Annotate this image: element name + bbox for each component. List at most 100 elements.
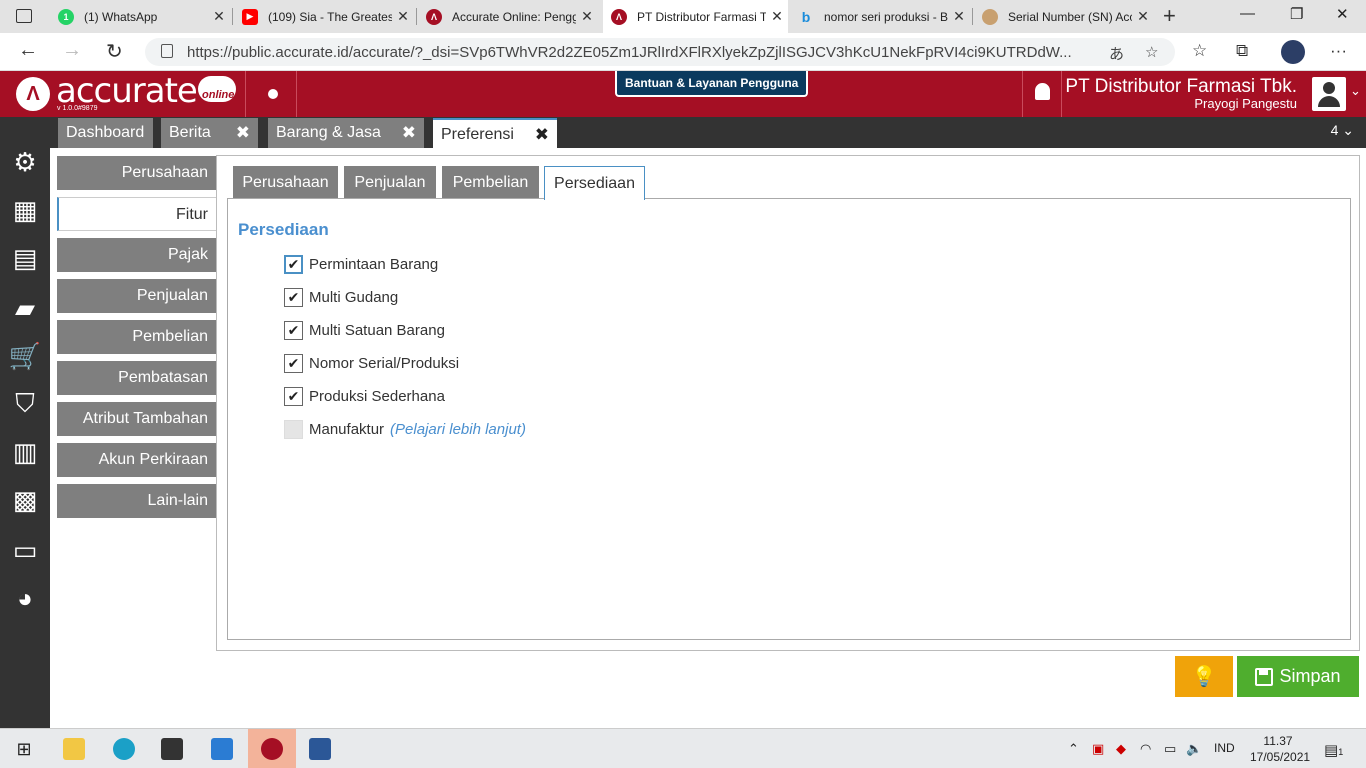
folder-icon xyxy=(63,738,85,760)
menu-akun-perkiraan[interactable]: Akun Perkiraan xyxy=(57,443,216,477)
taskbar-word[interactable] xyxy=(296,729,344,768)
browser-tab-serial-number[interactable]: Serial Number (SN) Accurate ✕ xyxy=(974,0,1154,33)
close-icon[interactable]: ✕ xyxy=(1132,8,1154,25)
start-button[interactable]: ⊞ xyxy=(0,729,48,768)
option-permintaan-barang[interactable]: ✔ Permintaan Barang xyxy=(284,253,438,275)
menu-lain-lain[interactable]: Lain-lain xyxy=(57,484,216,518)
menu-pajak[interactable]: Pajak xyxy=(57,238,216,272)
taskbar-file-explorer[interactable] xyxy=(50,729,98,768)
window-close-icon[interactable]: ✕ xyxy=(1336,5,1349,23)
option-nomor-serial-produksi[interactable]: ✔ Nomor Serial/Produksi xyxy=(284,352,459,374)
taskbar-mail[interactable] xyxy=(198,729,246,768)
forward-icon[interactable]: → xyxy=(62,39,82,62)
save-button[interactable]: Simpan xyxy=(1237,656,1359,697)
url-text: https://public.accurate.id/accurate/?_ds… xyxy=(187,44,1072,61)
chevron-down-icon[interactable]: ⌄ xyxy=(1350,83,1361,99)
windows-taskbar: ⊞ ⌃ ▣ ◆ ◠ ▭ 🔈 IND 11.37 17/05/2021 ▤1 xyxy=(0,728,1366,768)
subtab-persediaan[interactable]: Persediaan xyxy=(544,166,645,200)
close-icon[interactable]: ✕ xyxy=(948,8,970,25)
option-multi-satuan-barang[interactable]: ✔ Multi Satuan Barang xyxy=(284,319,445,341)
checkbox-permintaan-barang[interactable]: ✔ xyxy=(284,254,303,274)
menu-penjualan[interactable]: Penjualan xyxy=(57,279,216,313)
collections-icon[interactable]: ⧉ xyxy=(1236,41,1248,61)
menu-atribut-tambahan[interactable]: Atribut Tambahan xyxy=(57,402,216,436)
taskbar-store[interactable] xyxy=(148,729,196,768)
url-field[interactable]: https://public.accurate.id/accurate/?_ds… xyxy=(145,38,1175,66)
tab-dashboard[interactable]: Dashboard xyxy=(58,118,153,148)
taskbar-accurate[interactable] xyxy=(248,729,296,768)
gear-icon[interactable]: ⚙ xyxy=(10,147,40,177)
restore-icon[interactable]: ❐ xyxy=(1290,5,1303,23)
browser-tab-accurate-pengguna[interactable]: Λ Accurate Online: Pengguna ✕ xyxy=(418,0,598,33)
report-pie-icon[interactable]: ◕ xyxy=(10,583,40,613)
volume-icon[interactable]: 🔈 xyxy=(1186,741,1202,757)
close-icon[interactable]: ✕ xyxy=(208,8,230,25)
menu-fitur[interactable]: Fitur xyxy=(57,197,216,231)
tab-count[interactable]: 4 ⌄ xyxy=(1331,122,1354,139)
cart-icon[interactable]: 🛒 xyxy=(9,341,41,371)
checkbox-multi-satuan-barang[interactable]: ✔ xyxy=(284,320,303,340)
tab-barang-jasa[interactable]: Barang & Jasa ✖ xyxy=(268,118,424,148)
browser-tab-youtube[interactable]: ▶ (109) Sia - The Greatest ✕ xyxy=(234,0,414,33)
tip-button[interactable]: 💡 xyxy=(1175,656,1233,697)
more-icon[interactable]: ··· xyxy=(1330,41,1347,61)
bell-icon xyxy=(1035,83,1050,100)
chevron-up-icon[interactable]: ⌃ xyxy=(1068,741,1079,757)
tray-app-icon[interactable]: ▣ xyxy=(1092,741,1104,757)
notification-button[interactable] xyxy=(1022,71,1062,117)
reload-icon[interactable]: ↻ xyxy=(106,39,123,64)
window-menu-icon[interactable] xyxy=(16,9,32,23)
tray-app2-icon[interactable]: ◆ xyxy=(1116,741,1126,757)
favorites-icon[interactable]: ☆ xyxy=(1192,41,1207,61)
menu-pembatasan[interactable]: Pembatasan xyxy=(57,361,216,395)
accurate-logo-icon[interactable]: Λ xyxy=(16,77,50,111)
help-button[interactable]: Bantuan & Layanan Pengguna xyxy=(615,71,809,97)
option-produksi-sederhana[interactable]: ✔ Produksi Sederhana xyxy=(284,385,445,407)
checkbox-produksi-sederhana[interactable]: ✔ xyxy=(284,386,303,406)
clock[interactable]: 11.37 17/05/2021 xyxy=(1250,733,1310,765)
store-icon xyxy=(161,738,183,760)
tab-preferensi[interactable]: Preferensi ✖ xyxy=(433,118,557,148)
wifi-icon[interactable]: ◠ xyxy=(1140,741,1151,757)
language-indicator[interactable]: IND xyxy=(1214,741,1235,755)
user-avatar[interactable] xyxy=(1312,77,1346,111)
new-tab-icon[interactable]: + xyxy=(1163,3,1176,29)
checkbox-multi-gudang[interactable]: ✔ xyxy=(284,287,303,307)
menu-pembelian[interactable]: Pembelian xyxy=(57,320,216,354)
option-multi-gudang[interactable]: ✔ Multi Gudang xyxy=(284,286,398,308)
building-icon[interactable]: ▦ xyxy=(10,195,40,225)
browser-tab-bing[interactable]: b nomor seri produksi - Bing ✕ xyxy=(790,0,970,33)
browser-tab-whatsapp[interactable]: 1 (1) WhatsApp ✕ xyxy=(50,0,230,33)
tax-icon[interactable]: ▭ xyxy=(10,535,40,565)
browser-tab-pt-distributor[interactable]: Λ PT Distributor Farmasi Tbk ✕ xyxy=(603,0,788,33)
status-dot-icon[interactable] xyxy=(268,89,278,99)
notifications-icon[interactable]: ▤1 xyxy=(1324,741,1343,759)
subtab-perusahaan[interactable]: Perusahaan xyxy=(233,166,338,199)
ledger-icon[interactable]: ▤ xyxy=(10,243,40,273)
profile-avatar[interactable] xyxy=(1281,40,1305,64)
close-icon[interactable]: ✕ xyxy=(392,8,414,25)
taskbar-edge[interactable] xyxy=(100,729,148,768)
assets-icon[interactable]: ▩ xyxy=(10,485,40,515)
accurate-icon: Λ xyxy=(611,8,627,25)
battery-icon[interactable]: ▭ xyxy=(1164,741,1176,757)
menu-perusahaan[interactable]: Perusahaan xyxy=(57,156,216,190)
subtab-pembelian[interactable]: Pembelian xyxy=(442,166,539,199)
cabinet-icon[interactable]: ▥ xyxy=(10,437,40,467)
close-icon[interactable]: ✖ xyxy=(236,118,250,148)
checkbox-nomor-serial-produksi[interactable]: ✔ xyxy=(284,353,303,373)
read-aloud-icon[interactable]: あ xyxy=(1109,43,1124,64)
back-icon[interactable]: ← xyxy=(18,39,38,62)
subtab-penjualan[interactable]: Penjualan xyxy=(344,166,436,199)
close-icon[interactable]: ✕ xyxy=(576,8,598,25)
minimize-icon[interactable]: — xyxy=(1240,5,1255,22)
close-icon[interactable]: ✖ xyxy=(402,118,416,148)
favorite-add-icon[interactable]: ☆ xyxy=(1145,43,1158,61)
shopping-bag-icon[interactable]: ⛉ xyxy=(10,388,40,419)
tab-berita[interactable]: Berita ✖ xyxy=(161,118,258,148)
checkbox-manufaktur xyxy=(284,419,303,439)
learn-more-link[interactable]: (Pelajari lebih lanjut) xyxy=(390,421,526,438)
close-icon[interactable]: ✕ xyxy=(766,8,788,25)
cash-register-icon[interactable]: ▰ xyxy=(10,293,40,323)
close-icon[interactable]: ✖ xyxy=(535,120,549,150)
